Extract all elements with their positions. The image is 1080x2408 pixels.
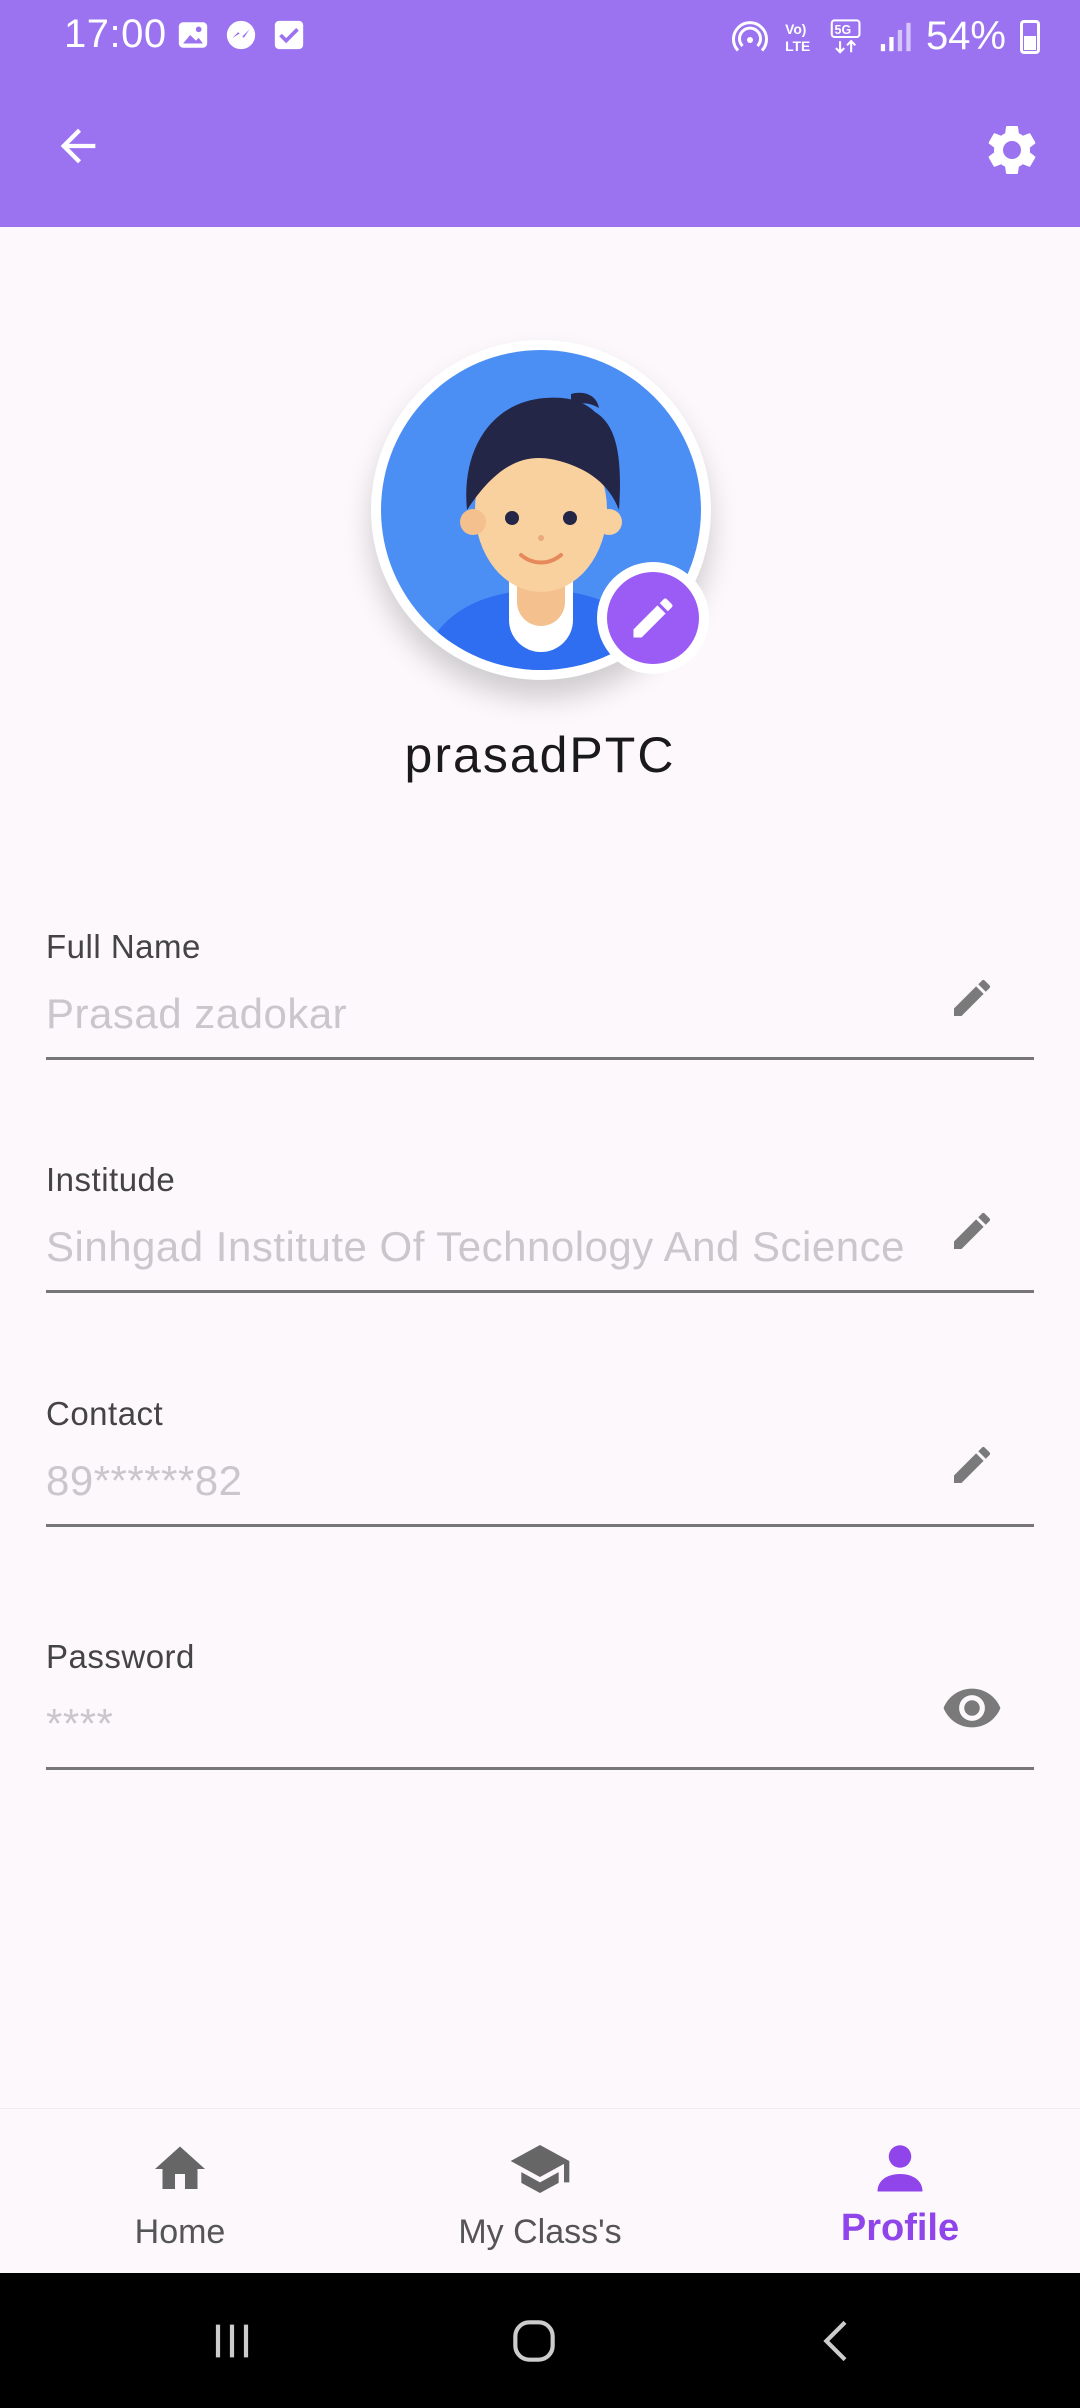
status-time: 17:00 xyxy=(64,12,167,56)
gear-icon xyxy=(988,125,1036,174)
profile-avatar[interactable] xyxy=(371,340,711,680)
person-icon xyxy=(877,2145,923,2192)
system-home-button[interactable] xyxy=(502,2309,566,2373)
full-name-field[interactable]: Full Name Prasad zadokar xyxy=(46,928,1034,1060)
system-navigation-bar xyxy=(0,2273,1080,2408)
svg-text:Vo): Vo) xyxy=(785,21,806,37)
password-field[interactable]: Password **** xyxy=(46,1638,1034,1770)
hotspot-icon xyxy=(731,20,768,52)
status-notification-icons xyxy=(176,18,306,52)
recents-icon xyxy=(215,2324,249,2358)
bottom-navigation: Home My Class's Profile xyxy=(0,2108,1080,2273)
edit-institude-button[interactable] xyxy=(940,1199,1004,1263)
5g-icon: 5G xyxy=(830,18,861,54)
signal-icon xyxy=(880,22,911,51)
field-value[interactable]: Sinhgad Institute Of Technology And Scie… xyxy=(46,1223,906,1271)
home-circle-icon xyxy=(513,2320,555,2362)
battery-percent: 54% xyxy=(925,14,1006,58)
battery-icon xyxy=(1020,19,1040,54)
back-chevron-icon xyxy=(823,2320,847,2362)
settings-button[interactable] xyxy=(980,118,1044,182)
pencil-icon xyxy=(954,1446,991,1483)
edit-contact-button[interactable] xyxy=(940,1433,1004,1497)
nav-item-my-class[interactable]: My Class's xyxy=(390,2109,690,2274)
edit-full-name-button[interactable] xyxy=(940,966,1004,1030)
institude-field[interactable]: Institude Sinhgad Institute Of Technolog… xyxy=(46,1161,1034,1293)
home-icon xyxy=(155,2146,205,2189)
nav-item-profile[interactable]: Profile xyxy=(750,2109,1050,2274)
contact-field[interactable]: Contact 89******82 xyxy=(46,1395,1034,1527)
eye-icon xyxy=(943,1688,1001,1728)
arrow-back-icon xyxy=(60,128,96,164)
nav-label: Home xyxy=(134,2213,226,2251)
graduation-cap-icon xyxy=(510,2145,570,2193)
app-bar: 17:00 Vo) LTE 5G 54% xyxy=(0,0,1080,227)
svg-text:LTE: LTE xyxy=(785,37,810,53)
pencil-icon xyxy=(954,1212,991,1249)
pencil-icon xyxy=(954,979,991,1016)
nav-label: Profile xyxy=(840,2207,960,2249)
field-label: Password xyxy=(46,1638,195,1675)
back-button[interactable] xyxy=(50,118,106,174)
toggle-password-visibility-button[interactable] xyxy=(940,1676,1004,1740)
edit-avatar-button[interactable] xyxy=(597,562,709,674)
field-value[interactable]: **** xyxy=(46,1700,906,1748)
recents-button[interactable] xyxy=(200,2309,264,2373)
field-label: Full Name xyxy=(46,928,201,965)
field-value[interactable]: 89******82 xyxy=(46,1457,906,1505)
gallery-icon xyxy=(178,22,208,48)
profile-username: prasadPTC xyxy=(404,727,676,783)
volte-icon: Vo)LTE xyxy=(785,21,810,54)
nav-label: My Class's xyxy=(458,2213,622,2251)
pencil-icon xyxy=(633,598,673,638)
nav-item-home[interactable]: Home xyxy=(30,2109,330,2274)
status-system-icons: Vo) LTE 5G 54% xyxy=(731,14,1040,59)
status-bar: 17:00 Vo) LTE 5G 54% xyxy=(0,0,1080,72)
field-label: Contact xyxy=(46,1395,164,1432)
field-label: Institude xyxy=(46,1161,176,1198)
svg-text:5G: 5G xyxy=(834,23,851,37)
checkbox-icon xyxy=(274,20,304,50)
field-value[interactable]: Prasad zadokar xyxy=(46,990,906,1038)
system-back-button[interactable] xyxy=(806,2309,870,2373)
messenger-icon xyxy=(226,20,256,50)
